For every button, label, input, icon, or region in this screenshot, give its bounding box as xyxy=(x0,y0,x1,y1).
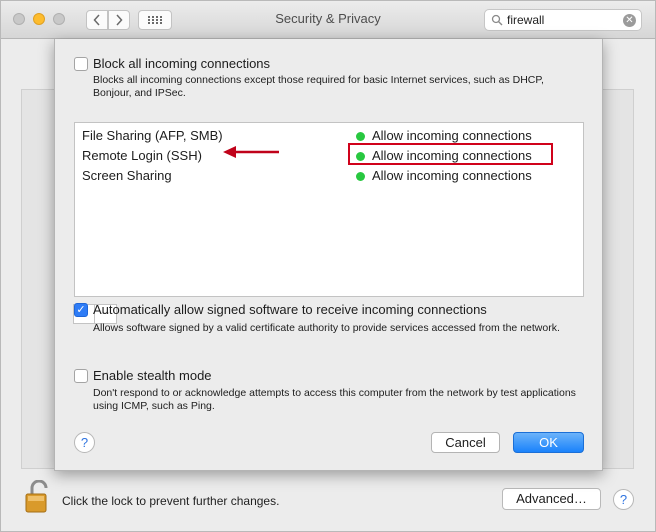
service-name: Remote Login (SSH) xyxy=(82,148,202,163)
stealth-mode-checkbox[interactable] xyxy=(74,369,88,383)
lock-icon[interactable] xyxy=(24,480,54,514)
title-bar: Security & Privacy firewall ✕ xyxy=(1,1,655,39)
block-all-checkbox[interactable] xyxy=(74,57,88,71)
service-name: Screen Sharing xyxy=(82,168,172,183)
ok-button[interactable]: OK xyxy=(513,432,584,453)
annotation-arrow-icon xyxy=(223,146,279,158)
search-icon xyxy=(491,14,503,26)
service-name: File Sharing (AFP, SMB) xyxy=(82,128,223,143)
service-status[interactable]: Allow incoming connections xyxy=(372,168,532,183)
block-all-label: Block all incoming connections xyxy=(93,56,271,71)
search-field[interactable]: firewall ✕ xyxy=(484,9,642,31)
auto-allow-checkbox[interactable]: ✓ xyxy=(74,303,88,317)
stealth-mode-description: Don't respond to or acknowledge attempts… xyxy=(93,387,576,412)
clear-search-icon[interactable]: ✕ xyxy=(623,14,636,27)
auto-allow-description: Allows software signed by a valid certif… xyxy=(93,322,560,334)
search-input-value[interactable]: firewall xyxy=(507,13,544,27)
lock-message: Click the lock to prevent further change… xyxy=(62,494,280,508)
firewall-options-sheet: Block all incoming connections Blocks al… xyxy=(54,39,603,471)
annotation-highlight-box xyxy=(348,143,553,165)
service-status[interactable]: Allow incoming connections xyxy=(372,128,532,143)
advanced-button[interactable]: Advanced… xyxy=(502,488,601,510)
cancel-button[interactable]: Cancel xyxy=(431,432,500,453)
status-green-icon xyxy=(356,172,365,181)
status-green-icon xyxy=(356,132,365,141)
security-privacy-window: Security & Privacy firewall ✕ Click the … xyxy=(0,0,656,532)
stealth-mode-label: Enable stealth mode xyxy=(93,368,212,383)
help-button[interactable]: ? xyxy=(613,489,634,510)
auto-allow-label: Automatically allow signed software to r… xyxy=(93,302,487,317)
block-all-description: Blocks all incoming connections except t… xyxy=(93,74,544,99)
list-item[interactable]: Screen Sharing Allow incoming connection… xyxy=(75,166,583,186)
sheet-help-button[interactable]: ? xyxy=(74,432,95,453)
